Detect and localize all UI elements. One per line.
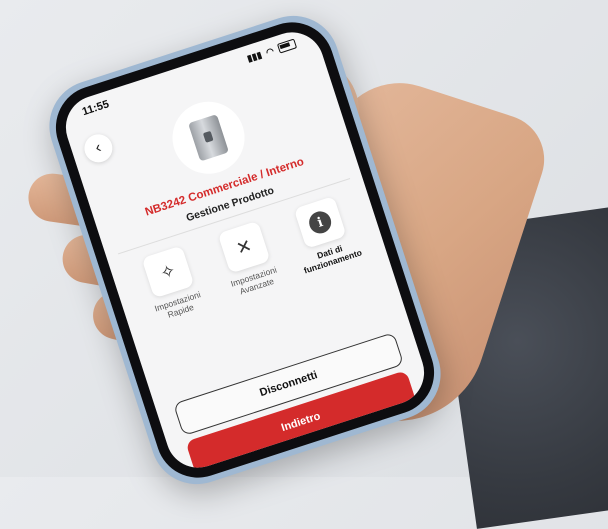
status-time: 11:55 [80,98,111,119]
tools-icon: ✕ [217,220,271,274]
back-icon-button[interactable]: ‹ [80,130,117,166]
signal-icon: ▮▮▮ [245,49,263,64]
info-tile: i [293,195,347,249]
menu-item-quick-settings[interactable]: ✧ Impostazioni Rapide [127,241,216,327]
wand-icon: ✧ [141,245,195,299]
menu-item-advanced-settings[interactable]: ✕ Impostazioni Avanzate [203,216,292,302]
product-image [163,92,254,184]
info-icon: i [306,208,335,237]
menu-item-operating-data[interactable]: i Dati di funzionamento [279,191,368,277]
smartphone: 11:55 ▮▮▮ ◠ ‹ NB3242 Commerciale / Inter… [37,3,453,497]
battery-icon [276,38,298,54]
water-heater-icon [188,114,229,162]
wifi-icon: ◠ [264,45,276,58]
